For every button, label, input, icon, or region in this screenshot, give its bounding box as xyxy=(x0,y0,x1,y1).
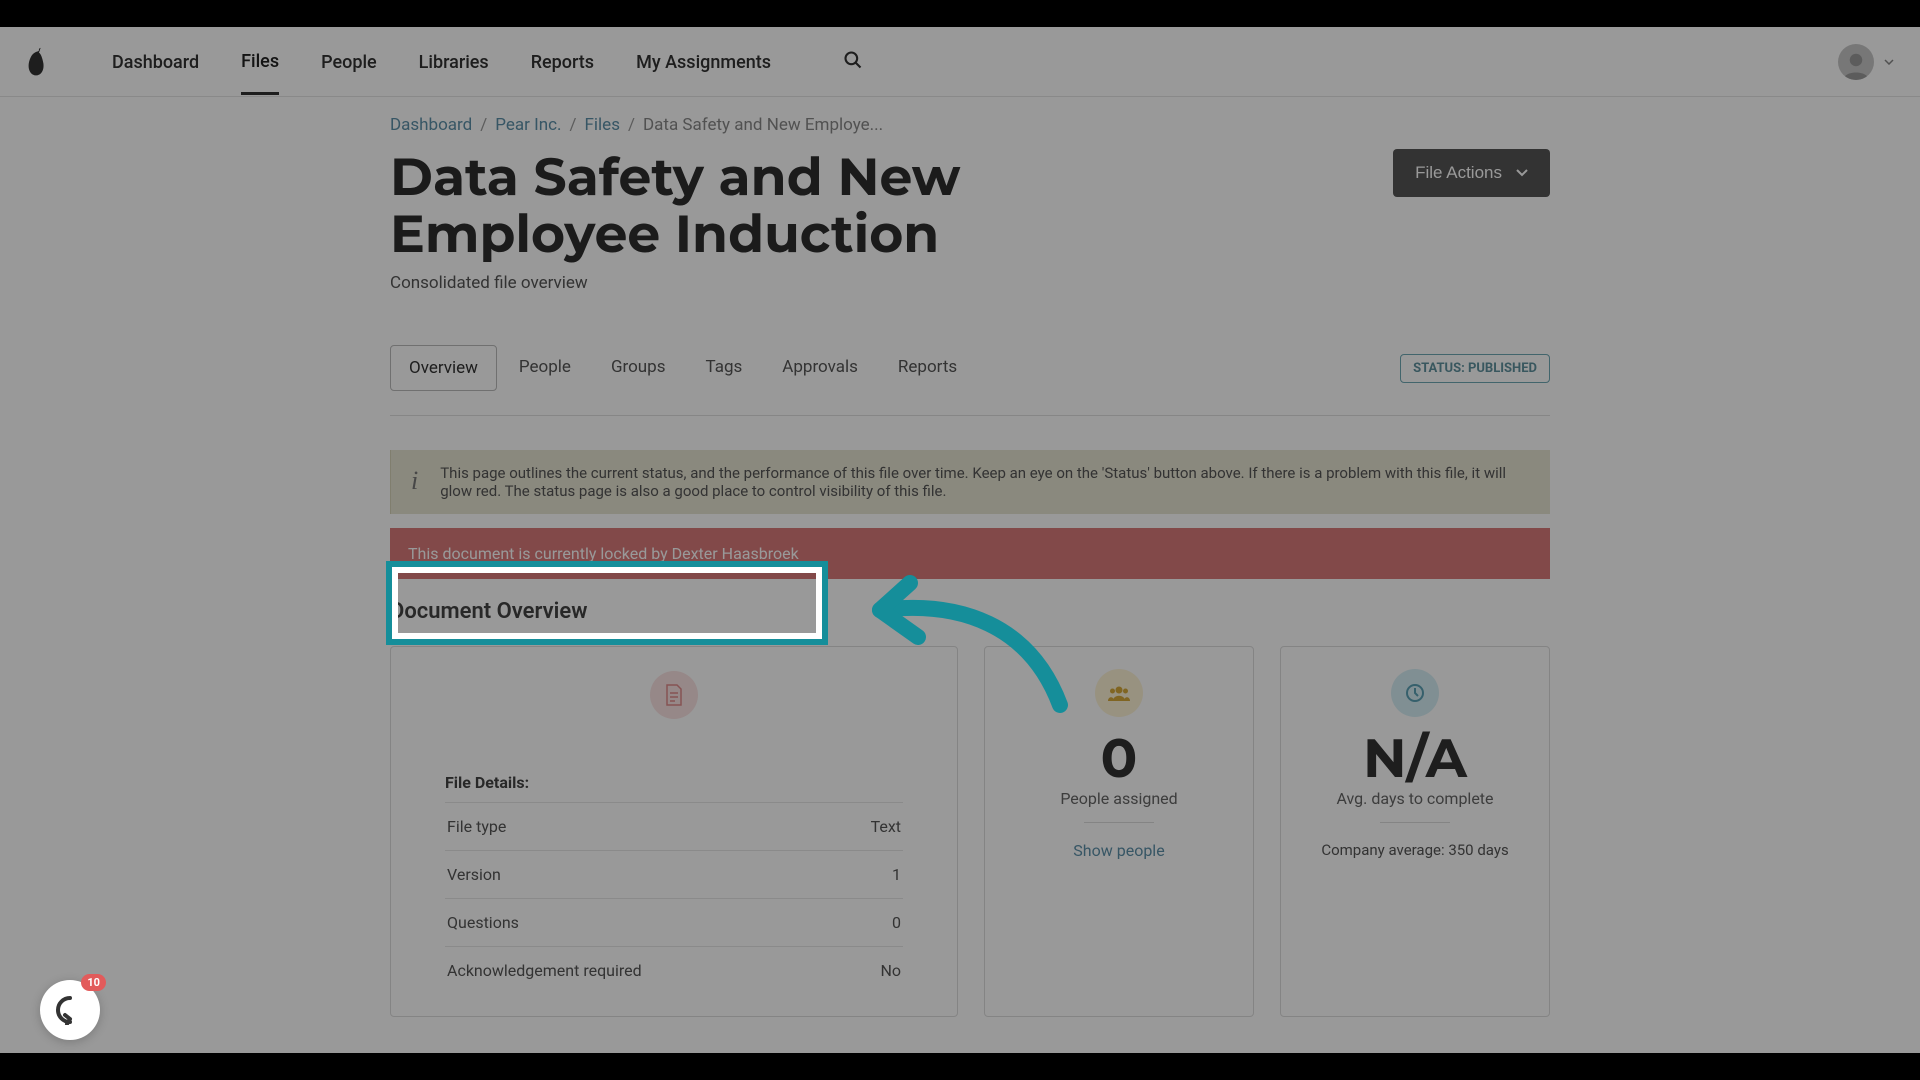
lock-message: This document is currently locked by Dex… xyxy=(408,544,799,563)
breadcrumb-company[interactable]: Pear Inc. xyxy=(495,115,561,135)
app-window: Dashboard Files People Libraries Reports… xyxy=(0,27,1920,1053)
file-actions-button[interactable]: File Actions xyxy=(1393,149,1550,197)
breadcrumb: Dashboard / Pear Inc. / Files / Data Saf… xyxy=(390,115,1550,135)
detail-row: Version 1 xyxy=(445,850,903,898)
nav-libraries[interactable]: Libraries xyxy=(419,30,489,93)
nav-reports[interactable]: Reports xyxy=(531,30,594,93)
detail-row: File type Text xyxy=(445,802,903,850)
page-title: Data Safety and New Employee Induction xyxy=(390,149,1170,263)
detail-label: Questions xyxy=(447,913,519,932)
fab-icon xyxy=(55,995,85,1025)
nav-people[interactable]: People xyxy=(321,30,377,93)
detail-value: 1 xyxy=(892,865,901,884)
file-details-heading: File Details: xyxy=(445,773,903,792)
tab-groups[interactable]: Groups xyxy=(593,345,684,391)
people-icon xyxy=(1095,669,1143,717)
divider xyxy=(1084,822,1154,823)
tabs: Overview People Groups Tags Approvals Re… xyxy=(390,345,975,391)
tab-tags[interactable]: Tags xyxy=(688,345,761,391)
nav-files[interactable]: Files xyxy=(241,29,279,95)
avg-days-value: N/A xyxy=(1299,725,1531,791)
avatar-icon xyxy=(1838,44,1874,80)
detail-label: Acknowledgement required xyxy=(447,961,642,980)
detail-value: 0 xyxy=(892,913,901,932)
file-details-card: File Details: File type Text Version 1 Q… xyxy=(390,646,958,1017)
chevron-down-icon xyxy=(1516,169,1528,177)
people-label: People assigned xyxy=(1003,789,1235,808)
detail-label: Version xyxy=(447,865,501,884)
detail-label: File type xyxy=(447,817,506,836)
detail-row: Questions 0 xyxy=(445,898,903,946)
show-people-link[interactable]: Show people xyxy=(1003,841,1235,860)
cards-row: File Details: File type Text Version 1 Q… xyxy=(390,646,1550,1017)
nav-dashboard[interactable]: Dashboard xyxy=(112,30,199,93)
tab-people[interactable]: People xyxy=(501,345,589,391)
top-nav: Dashboard Files People Libraries Reports… xyxy=(0,27,1920,97)
breadcrumb-files[interactable]: Files xyxy=(585,115,620,135)
detail-value: No xyxy=(880,961,901,980)
info-icon: i xyxy=(411,466,418,496)
breadcrumb-dashboard[interactable]: Dashboard xyxy=(390,115,472,135)
clock-icon xyxy=(1391,669,1439,717)
pear-logo-icon[interactable] xyxy=(26,47,48,77)
chevron-down-icon xyxy=(1884,59,1894,65)
tab-overview[interactable]: Overview xyxy=(390,345,497,391)
profile-menu[interactable] xyxy=(1838,44,1894,80)
document-icon xyxy=(650,671,698,719)
divider xyxy=(1380,822,1450,823)
letterbox-bottom xyxy=(0,1053,1920,1080)
search-icon xyxy=(843,50,863,70)
breadcrumb-current: Data Safety and New Employe... xyxy=(643,115,883,135)
section-overview-title: Document Overview xyxy=(390,599,1550,624)
avg-days-label: Avg. days to complete xyxy=(1299,789,1531,808)
avg-days-card: N/A Avg. days to complete Company averag… xyxy=(1280,646,1550,1017)
divider xyxy=(390,415,1550,416)
fab-badge: 10 xyxy=(81,974,106,991)
people-count: 0 xyxy=(1003,725,1235,791)
detail-row: Acknowledgement required No xyxy=(445,946,903,994)
pear-icon xyxy=(26,47,48,76)
tab-reports[interactable]: Reports xyxy=(880,345,975,391)
status-badge[interactable]: STATUS: PUBLISHED xyxy=(1400,354,1550,383)
page-subtitle: Consolidated file overview xyxy=(390,273,1550,293)
content-area: Dashboard / Pear Inc. / Files / Data Saf… xyxy=(0,97,1920,1017)
company-average: Company average: 350 days xyxy=(1299,841,1531,859)
help-fab[interactable]: 10 xyxy=(40,980,100,1040)
info-box: i This page outlines the current status,… xyxy=(390,450,1550,514)
detail-value: Text xyxy=(871,817,901,836)
nav-my-assignments[interactable]: My Assignments xyxy=(636,30,771,93)
lock-banner: This document is currently locked by Dex… xyxy=(390,528,1550,579)
letterbox-top xyxy=(0,0,1920,27)
file-actions-label: File Actions xyxy=(1415,163,1502,183)
people-assigned-card: 0 People assigned Show people xyxy=(984,646,1254,1017)
nav-links: Dashboard Files People Libraries Reports… xyxy=(112,29,863,95)
info-text: This page outlines the current status, a… xyxy=(440,464,1530,500)
tab-approvals[interactable]: Approvals xyxy=(764,345,876,391)
search-button[interactable] xyxy=(843,50,863,74)
